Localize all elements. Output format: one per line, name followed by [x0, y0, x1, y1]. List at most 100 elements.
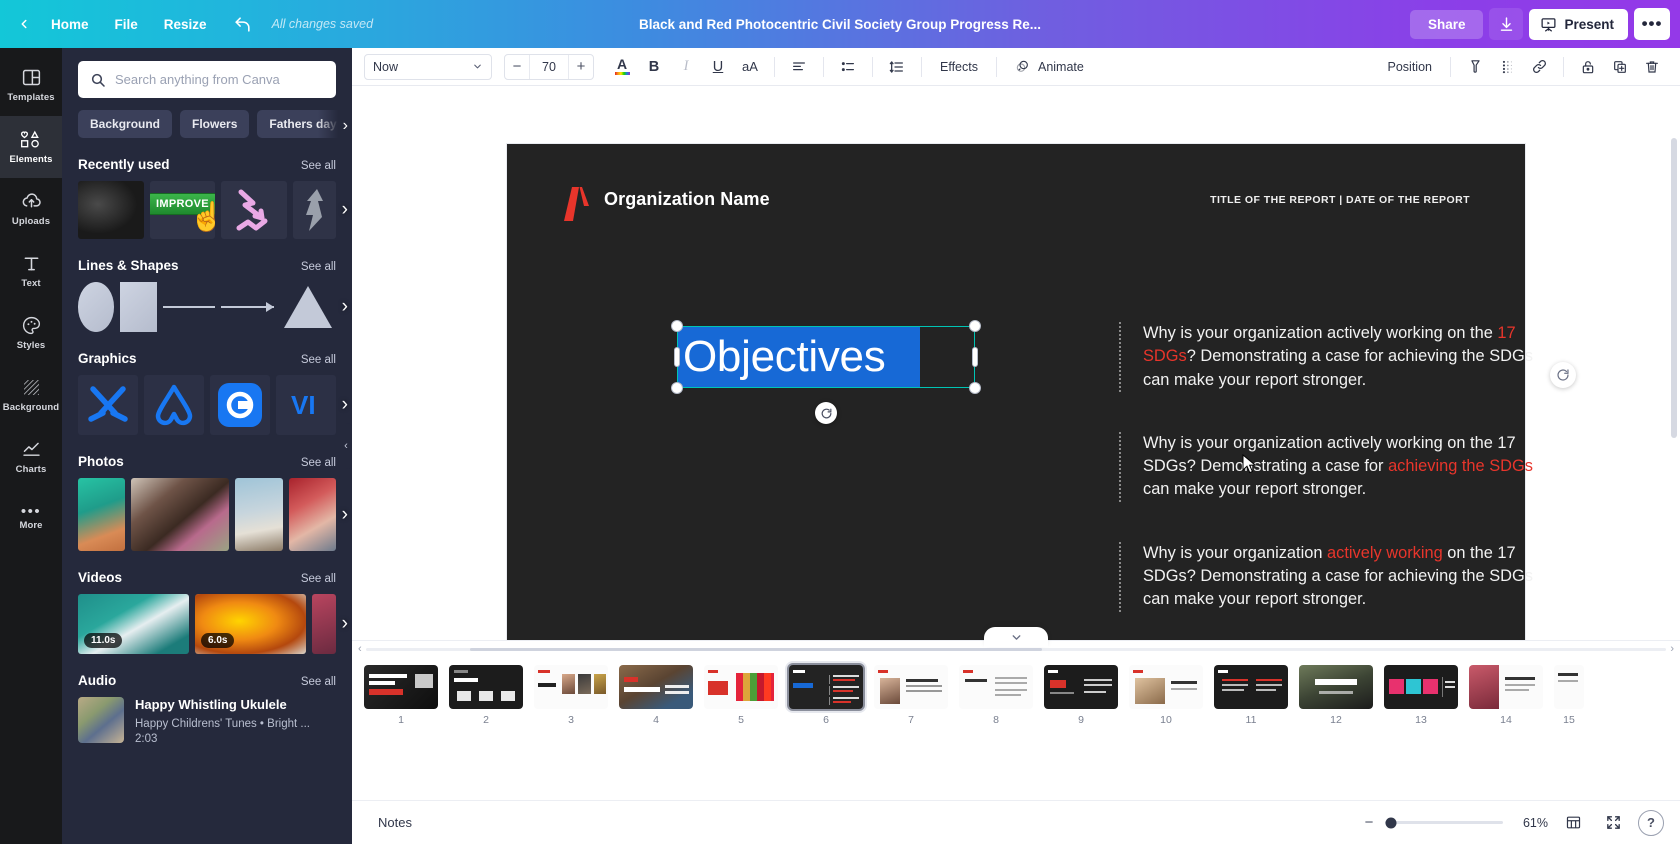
page-thumbnail-1[interactable]: 1 [364, 665, 438, 726]
position-button[interactable]: Position [1378, 54, 1442, 80]
page-thumbnail-9[interactable]: 9 [1044, 665, 1118, 726]
chips-next-arrow[interactable]: › [318, 110, 352, 138]
graphic-item-3[interactable] [210, 375, 270, 435]
page-thumbnail-12[interactable]: 12 [1299, 665, 1373, 726]
duplicate-button[interactable] [1605, 53, 1635, 81]
graphic-item-2[interactable] [144, 375, 204, 435]
canvas-refresh-button[interactable] [1550, 362, 1576, 388]
photo-item-3[interactable] [235, 478, 283, 551]
video-item-2[interactable]: 6.0s [194, 594, 306, 654]
transparency-button[interactable] [1460, 53, 1490, 81]
zoom-slider[interactable] [1385, 817, 1503, 828]
letter-case-button[interactable]: aA [735, 53, 765, 81]
recently-used-next-arrow[interactable]: › [342, 199, 348, 221]
page-thumbnail-14[interactable]: 14 [1469, 665, 1543, 726]
shape-circle[interactable] [78, 282, 115, 332]
page-thumbnail-15[interactable]: 15 [1554, 665, 1584, 726]
see-all-graphics[interactable]: See all [301, 354, 336, 366]
pages-scroll-thumb[interactable] [470, 648, 1042, 651]
selected-text-element[interactable]: Objectives [672, 321, 980, 424]
resize-handle-bottom-left[interactable] [672, 383, 682, 393]
search-box[interactable] [78, 61, 336, 98]
video-item-1[interactable]: 11.0s [78, 594, 189, 654]
page-thumbnail-4[interactable]: 4 [619, 665, 693, 726]
undo-button[interactable] [226, 9, 260, 39]
zoom-slider-knob[interactable] [1385, 817, 1397, 828]
recent-item-pink-arrow[interactable] [221, 181, 287, 239]
back-button[interactable] [10, 10, 38, 38]
fullscreen-button[interactable] [1598, 809, 1628, 837]
font-family-select[interactable]: Now [364, 53, 492, 80]
sidebar-item-uploads[interactable]: Uploads [0, 178, 62, 240]
shape-line[interactable] [162, 282, 216, 332]
resize-handle-left[interactable] [675, 348, 679, 366]
text-color-button[interactable]: A [607, 53, 637, 81]
shape-arrow[interactable] [221, 282, 274, 332]
zoom-out-button[interactable]: − [1362, 814, 1376, 831]
canvas-area[interactable]: Organization Name TITLE OF THE REPORT | … [352, 86, 1680, 640]
page-thumbnail-2[interactable]: 2 [449, 665, 523, 726]
videos-next-arrow[interactable]: › [342, 613, 348, 635]
see-all-lines-shapes[interactable]: See all [301, 261, 336, 273]
resize-handle-bottom-right[interactable] [970, 383, 980, 393]
bullet-list-button[interactable] [833, 53, 863, 81]
page-thumbnail-13[interactable]: 13 [1384, 665, 1458, 726]
graphic-item-1[interactable] [78, 375, 138, 435]
sidebar-item-text[interactable]: Text [0, 240, 62, 302]
font-size-value[interactable]: 70 [529, 54, 569, 79]
see-all-audio[interactable]: See all [301, 676, 336, 688]
grid-view-button[interactable] [1558, 809, 1588, 837]
photo-item-4[interactable] [288, 478, 336, 551]
recent-item-gray-shape[interactable] [292, 181, 337, 239]
lines-shapes-next-arrow[interactable]: › [342, 296, 348, 318]
resize-menu[interactable]: Resize [151, 10, 220, 39]
video-item-3[interactable] [311, 594, 337, 654]
sidebar-item-styles[interactable]: Styles [0, 302, 62, 364]
sidebar-item-background[interactable]: Background [0, 364, 62, 426]
pages-scroll-right[interactable]: › [1664, 643, 1680, 655]
slide-canvas[interactable]: Organization Name TITLE OF THE REPORT | … [507, 144, 1533, 640]
pages-expand-toggle[interactable] [984, 627, 1048, 647]
more-options-button[interactable]: ••• [1634, 8, 1670, 40]
download-button[interactable] [1489, 8, 1524, 40]
canvas-vertical-scrollbar[interactable] [1671, 134, 1677, 640]
delete-button[interactable] [1637, 53, 1667, 81]
chip-flowers[interactable]: Flowers [180, 110, 250, 138]
search-input[interactable] [115, 72, 324, 87]
text-align-button[interactable] [784, 53, 814, 81]
page-thumbnail-8[interactable]: 8 [959, 665, 1033, 726]
resize-handle-right[interactable] [973, 348, 977, 366]
sidebar-item-elements[interactable]: Elements [0, 116, 62, 178]
rotate-handle[interactable] [815, 402, 837, 424]
bold-button[interactable]: B [639, 53, 669, 81]
sidebar-item-more[interactable]: ••• More [0, 488, 62, 550]
lock-button[interactable] [1573, 53, 1603, 81]
resize-handle-top-left[interactable] [672, 321, 682, 331]
page-thumbnail-5[interactable]: 5 [704, 665, 778, 726]
photos-next-arrow[interactable]: › [342, 504, 348, 526]
document-title[interactable]: Black and Red Photocentric Civil Society… [629, 11, 1051, 38]
chip-background[interactable]: Background [78, 110, 173, 138]
page-thumbnail-7[interactable]: 7 [874, 665, 948, 726]
panel-collapse-button[interactable]: ‹ [339, 423, 352, 469]
see-all-recently-used[interactable]: See all [301, 160, 336, 172]
pages-scroll-track[interactable] [366, 648, 1666, 651]
help-button[interactable]: ? [1638, 809, 1664, 836]
line-spacing-button[interactable] [882, 53, 912, 81]
see-all-photos[interactable]: See all [301, 457, 336, 469]
page-thumbnail-11[interactable]: 11 [1214, 665, 1288, 726]
sidebar-item-templates[interactable]: Templates [0, 54, 62, 116]
effects-button[interactable]: Effects [930, 54, 988, 80]
sidebar-item-charts[interactable]: Charts [0, 426, 62, 488]
graphic-item-4[interactable]: VI [276, 375, 336, 435]
see-all-videos[interactable]: See all [301, 573, 336, 585]
animate-button[interactable]: Animate [1005, 54, 1094, 80]
page-thumbnail-3[interactable]: 3 [534, 665, 608, 726]
shape-triangle[interactable] [280, 282, 336, 332]
photo-item-2[interactable] [131, 478, 230, 551]
resize-handle-top-right[interactable] [970, 321, 980, 331]
present-button[interactable]: Present [1529, 8, 1628, 40]
font-size-increase[interactable]: + [569, 55, 593, 79]
recent-item-improve-button[interactable]: IMPROVE ☝ [149, 181, 216, 239]
graphics-next-arrow[interactable]: › [342, 394, 348, 416]
